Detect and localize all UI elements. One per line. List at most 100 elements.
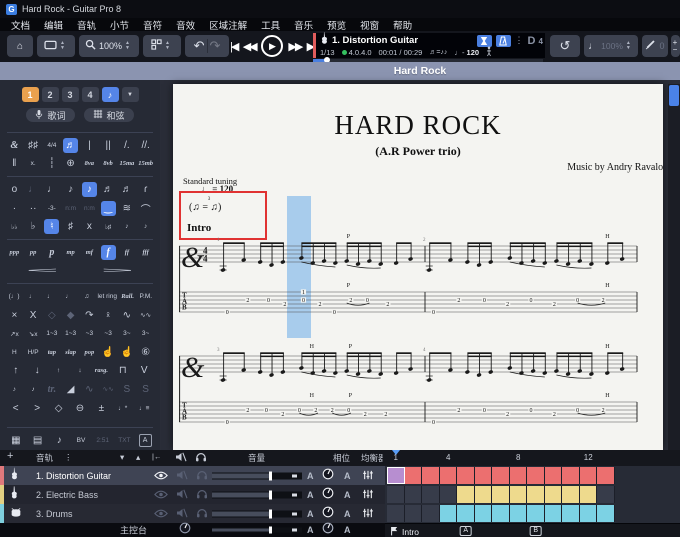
current-track-name[interactable]: 1. Distortion Guitar — [332, 35, 473, 46]
palette-button[interactable]: ⌒ — [138, 201, 153, 216]
palette-button[interactable]: ♯ — [63, 219, 78, 234]
palette-button[interactable]: ‖ — [7, 156, 22, 171]
section-marker-B[interactable]: B — [529, 526, 542, 536]
timeline-cell[interactable] — [387, 486, 405, 503]
palette-button[interactable]: tap — [44, 345, 59, 360]
voice-1-button[interactable]: 1 — [22, 87, 39, 102]
palette-button[interactable]: p — [44, 245, 59, 260]
timeline-cell[interactable] — [475, 505, 493, 522]
timeline-cell[interactable] — [457, 505, 475, 522]
visibility-toggle[interactable] — [154, 486, 168, 504]
palette-button[interactable]: X — [26, 308, 41, 323]
timeline-cell[interactable] — [527, 467, 545, 484]
palette-button[interactable]: mf — [82, 245, 97, 260]
timeline-cell[interactable] — [545, 486, 563, 503]
palette-button[interactable]: > — [110, 263, 125, 278]
palette-button[interactable]: 3~ — [138, 326, 153, 341]
palette-button[interactable]: ♪ — [26, 382, 41, 397]
system-1-staff[interactable]: &44TAB12PP02021020202HH02020202 — [179, 230, 657, 338]
palette-button[interactable]: ↓ — [30, 363, 45, 378]
pan-automation-button[interactable]: A — [344, 509, 351, 519]
palette-button[interactable]: A — [139, 434, 152, 447]
transpose-value[interactable]: 0 — [659, 41, 664, 51]
master-pan-automation[interactable]: A — [344, 525, 351, 535]
playback-speed-control[interactable]: ♩ 100% ▲▼ — [584, 35, 638, 57]
palette-button[interactable]: rasg. — [94, 363, 109, 378]
palette-button[interactable]: P.M. — [138, 289, 153, 304]
timeline-cell[interactable] — [510, 467, 528, 484]
master-pan-knob[interactable] — [322, 521, 334, 537]
palette-button[interactable]: x̂ — [101, 308, 116, 323]
speed-value[interactable]: 100% — [601, 41, 623, 51]
palette-button[interactable]: ∿∿ — [101, 382, 116, 397]
palette-button[interactable]: pp — [26, 245, 41, 260]
palette-button[interactable]: ♮ — [44, 219, 59, 234]
palette-button[interactable]: || — [101, 138, 116, 153]
solo-toggle[interactable] — [196, 505, 208, 523]
timeline-cell[interactable] — [545, 467, 563, 484]
playback-options-menu[interactable]: ⋮ — [515, 35, 524, 46]
pan-knob[interactable] — [322, 505, 334, 523]
timeline-cell[interactable] — [440, 486, 458, 503]
palette-button[interactable]: · — [7, 201, 22, 216]
menu-item-音符[interactable]: 音符 — [136, 18, 169, 32]
palette-button[interactable]: ↗x — [7, 326, 22, 341]
play-button[interactable]: ▶ — [261, 35, 283, 57]
palette-button[interactable]: S — [138, 382, 153, 397]
section-marker-A[interactable]: A — [459, 526, 472, 536]
timeline-cell[interactable] — [387, 505, 405, 522]
menu-item-预览[interactable]: 预览 — [320, 18, 353, 32]
palette-button[interactable]: ppp — [7, 245, 22, 260]
menu-item-视窗[interactable]: 视窗 — [353, 18, 386, 32]
menu-item-音乐[interactable]: 音乐 — [287, 18, 320, 32]
palette-button[interactable]: ♬ — [101, 182, 116, 197]
palette-button[interactable]: -3- — [44, 201, 59, 216]
palette-button[interactable]: tr. — [44, 382, 59, 397]
palette-button[interactable]: | — [82, 138, 97, 153]
score-page[interactable]: HARD ROCK (A.R Power trio) Music by Andr… — [173, 84, 663, 450]
palette-button[interactable]: V — [137, 363, 152, 378]
score-view[interactable]: HARD ROCK (A.R Power trio) Music by Andr… — [160, 80, 680, 450]
view-mode-selector[interactable]: ▲▼ — [37, 35, 75, 57]
expand-panel-button[interactable]: ▴ — [136, 452, 140, 463]
palette-button[interactable]: × — [7, 308, 22, 323]
menu-item-音效[interactable]: 音效 — [169, 18, 202, 32]
voice-4-button[interactable]: 4 — [82, 87, 99, 102]
redo-button[interactable]: ↷ — [210, 38, 221, 54]
palette-button[interactable]: ↘x — [26, 326, 41, 341]
palette-button[interactable]: ∿ — [119, 308, 134, 323]
palette-button[interactable]: ♩* — [115, 401, 130, 416]
palette-button[interactable]: H — [7, 345, 22, 360]
timeline-cell[interactable] — [405, 505, 423, 522]
palette-button[interactable]: ♪ — [138, 219, 153, 234]
palette-button[interactable]: ♬ — [63, 138, 78, 153]
palette-button[interactable]: ▦ — [8, 433, 23, 448]
tempo-label[interactable]: ♩- 120 — [454, 48, 479, 57]
palette-button[interactable]: ♯♯ — [26, 138, 41, 153]
page-layout-selector[interactable]: ▲▼ — [143, 35, 181, 57]
palette-button[interactable]: 15mb — [138, 156, 153, 171]
palette-button[interactable]: ⊕ — [63, 156, 78, 171]
visibility-toggle[interactable] — [154, 505, 168, 523]
timeline-cell[interactable] — [597, 467, 615, 484]
palette-button[interactable]: x — [82, 219, 97, 234]
timeline-cell[interactable] — [492, 467, 510, 484]
track-name[interactable]: 2. Electric Bass — [36, 490, 98, 500]
lyrics-button[interactable]: 歌词 — [26, 108, 74, 122]
pan-automation-button[interactable]: A — [344, 471, 351, 481]
palette-button[interactable]: ♩ — [61, 289, 76, 304]
palette-button[interactable]: ♭ — [26, 219, 41, 234]
palette-button[interactable]: ♩ — [43, 289, 58, 304]
palette-button[interactable]: ‿ — [101, 201, 116, 216]
palette-button[interactable]: mp — [63, 245, 78, 260]
go-to-start-icon[interactable]: |← — [152, 452, 161, 461]
eq-button[interactable] — [362, 467, 374, 485]
palette-button[interactable]: 8va — [82, 156, 97, 171]
palette-button[interactable]: S — [119, 382, 134, 397]
system-2-staff[interactable]: &TAB34HHPP0202022022HH02020202 — [179, 340, 657, 448]
menu-item-音轨[interactable]: 音轨 — [70, 18, 103, 32]
mute-toggle[interactable] — [176, 486, 188, 504]
palette-button[interactable]: slap — [63, 345, 78, 360]
track-name[interactable]: 3. Drums — [36, 509, 73, 519]
master-volume-automation[interactable]: A — [307, 525, 314, 535]
